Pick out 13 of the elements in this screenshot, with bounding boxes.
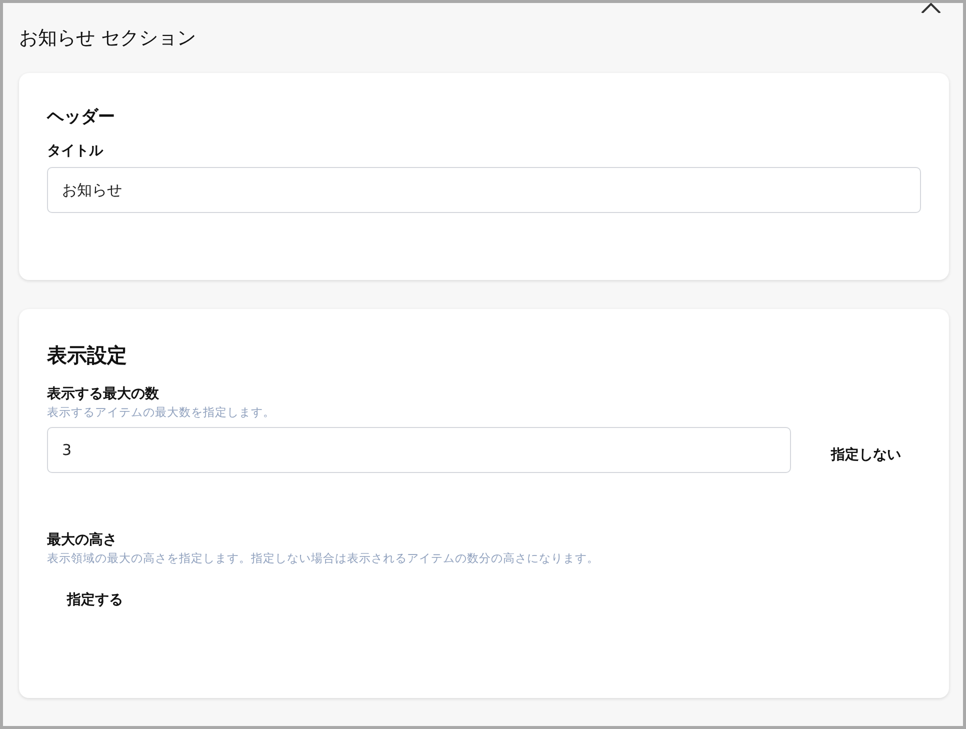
field-label: 最大の高さ [47,531,118,549]
field-hint: 表示するアイテムの最大数を指定します。 [47,405,276,420]
number-field[interactable]: 3 [47,427,791,473]
field-hint: 表示領域の最大の高さを指定します。指定しない場合は表示されるアイテムの数分の高さになります。 [47,551,600,566]
unset-button[interactable]: 指定しない [821,440,911,470]
field-label: タイトル [47,142,104,160]
close-icon[interactable] [921,3,941,13]
section-heading: ヘッダー [47,106,116,128]
section-heading: 表示設定 [47,342,128,369]
dialog-title: お知らせ セクション [19,26,196,51]
text-field[interactable]: お知らせ [47,167,921,213]
set-button[interactable]: 指定する [57,585,133,615]
field-label: 表示する最大の数 [47,385,160,403]
